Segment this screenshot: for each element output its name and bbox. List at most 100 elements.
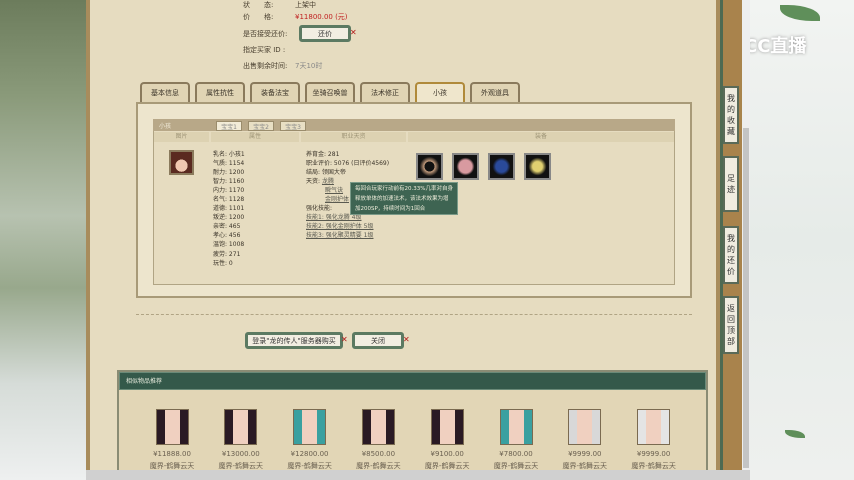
recommend-item[interactable]: ¥12800.00 魔界-鹤舞云天 — [275, 409, 345, 472]
recommend-item[interactable]: ¥9999.00 魔界-鹤舞云天 — [550, 409, 620, 472]
close-icon: ✕ — [341, 335, 348, 344]
talent-link[interactable]: 龙腾 — [322, 178, 334, 185]
attr-morality: 道德: 1101 — [213, 205, 245, 213]
recommend-item-image[interactable] — [224, 409, 258, 445]
skill-link[interactable]: 技能2: 强化金刚护体 5级 — [306, 222, 389, 231]
scrollbar-thumb[interactable] — [743, 128, 749, 468]
tab-spell-modifiers[interactable]: 法术修正 — [360, 82, 410, 102]
recommend-item-price: ¥8500.00 — [361, 450, 396, 458]
buyer-label: 指定买家 ID : — [243, 46, 286, 54]
attr-stamina: 耐力: 1200 — [213, 169, 245, 177]
subtab-baby-2[interactable]: 宝宝2 — [248, 121, 274, 131]
recommend-item-image[interactable] — [568, 409, 602, 445]
sidebar-favorites[interactable]: 我的收藏 — [723, 86, 739, 144]
attr-intelligence: 智力: 1160 — [213, 178, 245, 186]
tab-basic-info[interactable]: 基本信息 — [140, 82, 190, 102]
recommend-item-price: ¥7800.00 — [499, 450, 533, 458]
sidebar-char: 收 — [727, 116, 735, 125]
tab-equipment[interactable]: 装备法宝 — [250, 82, 300, 102]
tab-appearance[interactable]: 外观道具 — [470, 82, 520, 102]
recommend-item-image[interactable] — [155, 409, 189, 445]
sidebar-char: 足 — [727, 174, 735, 183]
recommend-item[interactable]: ¥13000.00 魔界-鹤舞云天 — [206, 409, 276, 472]
recommend-item-image[interactable] — [361, 409, 395, 445]
recommend-item-image[interactable] — [293, 409, 327, 445]
sidebar-char: 还 — [727, 256, 735, 265]
sidebar-char: 返 — [727, 304, 735, 313]
leaf-decoration — [785, 430, 805, 438]
child-attributes: 乳名: 小孩1 气质: 1154 耐力: 1200 智力: 1160 内力: 1… — [213, 150, 245, 268]
sidebar-history[interactable]: 足迹 — [723, 156, 739, 212]
recommend-item-price: ¥12800.00 — [290, 450, 329, 458]
close-button[interactable]: 关闭 — [352, 332, 404, 349]
time-label: 出售剩余时间: — [243, 62, 288, 70]
attr-playfulness: 玩性: 0 — [213, 259, 233, 267]
sidebar-char: 价 — [727, 267, 735, 276]
subtab-baby-1[interactable]: 宝宝1 — [216, 121, 242, 131]
col-attributes: 属性 — [211, 132, 299, 142]
subtab-baby-3[interactable]: 宝宝3 — [280, 121, 306, 131]
tab-mounts-summons[interactable]: 坐骑召唤兽 — [305, 82, 355, 102]
leaf-decoration — [780, 5, 820, 21]
recommend-item-price: ¥9999.00 — [636, 450, 671, 458]
vertical-scrollbar[interactable] — [742, 0, 750, 470]
attr-fame: 名气: 1128 — [213, 196, 245, 204]
recommend-title: 相似物品推荐 — [119, 372, 706, 390]
equipment-armor[interactable] — [488, 153, 515, 180]
sidebar-char: 回 — [727, 315, 735, 324]
login-server-buy-button[interactable]: 登录"龙的传人"服务器购买 — [245, 332, 343, 349]
attr-satiety: 温饱: 1008 — [213, 241, 245, 249]
attr-intimacy: 亲密: 465 — [213, 223, 241, 231]
equipment-robe[interactable] — [452, 153, 479, 180]
equipment-bracelet[interactable] — [416, 153, 443, 180]
recommend-item-image[interactable] — [499, 409, 533, 445]
time-value: 7天10时 — [295, 62, 323, 70]
divider — [136, 314, 692, 315]
sidebar-char: 的 — [727, 245, 735, 254]
background-scenery-left — [0, 0, 90, 480]
tab-attributes[interactable]: 属性抗性 — [195, 82, 245, 102]
talent-tooltip: 每回合玩家行动前有20.33%几率对自身释放单体的加速法术，该法术效果为增加20… — [350, 182, 458, 215]
recommend-item[interactable]: ¥8500.00 魔界-鹤舞云天 — [343, 409, 413, 472]
status-value: 上架中 — [295, 1, 316, 9]
col-equipment: 装备 — [408, 132, 674, 142]
tab-children[interactable]: 小孩 — [415, 82, 465, 102]
recommend-item-image[interactable] — [430, 409, 464, 445]
price-label: 价 格: — [243, 13, 274, 21]
child-title: 小孩 — [159, 123, 172, 130]
ending: 结局: 领国大帝 — [306, 169, 346, 176]
price-row: 价 格: ¥11800.00 (元) — [243, 12, 348, 22]
status-label: 状 态: — [243, 1, 274, 9]
nurture-money: 养育金: 281 — [306, 151, 340, 158]
close-icon: ✕ — [403, 335, 410, 344]
logo-text: CC直播 — [744, 36, 807, 57]
sidebar-my-offers[interactable]: 我的还价 — [723, 226, 739, 284]
attr-name: 乳名: 小孩1 — [213, 151, 245, 158]
sidebar-back-to-top[interactable]: 返回顶部 — [723, 296, 739, 354]
recommend-item-image[interactable] — [637, 409, 671, 445]
skill-link[interactable]: 技能3: 强化聚灵精要 1级 — [306, 231, 389, 240]
attr-rebellion: 叛逆: 1200 — [213, 214, 245, 222]
equipment-shoes[interactable] — [524, 153, 551, 180]
recommend-item[interactable]: ¥11888.00 魔界-鹤舞云天 — [137, 409, 207, 472]
recommend-item-price: ¥13000.00 — [221, 450, 260, 458]
close-icon: ✕ — [350, 28, 357, 37]
col-career: 职业天资 — [301, 132, 406, 142]
sidebar-char: 部 — [727, 337, 735, 346]
recommend-item[interactable]: ¥9999.00 魔界-鹤舞云天 — [619, 409, 689, 472]
sidebar-char: 藏 — [727, 127, 735, 136]
child-avatar — [169, 150, 194, 175]
recommend-item[interactable]: ¥7800.00 魔界-鹤舞云天 — [481, 409, 551, 472]
time-row: 出售剩余时间: 7天10时 — [243, 61, 322, 71]
talent-link[interactable]: 瞬气诀 — [325, 187, 343, 194]
talent-link[interactable]: 金刚护体 — [325, 196, 349, 203]
counter-offer-button[interactable]: 还价 — [299, 25, 351, 42]
recommend-item-price: ¥9999.00 — [568, 450, 602, 458]
counter-row: 是否接受还价: — [243, 29, 295, 39]
sidebar-char: 我 — [727, 94, 735, 103]
horizontal-scrollbar[interactable] — [86, 470, 750, 480]
buyer-row: 指定买家 ID : — [243, 45, 295, 55]
recommend-item[interactable]: ¥9100.00 魔界-鹤舞云天 — [412, 409, 482, 472]
recommend-item-price: ¥11888.00 — [153, 450, 191, 458]
sidebar-char: 我 — [727, 234, 735, 243]
